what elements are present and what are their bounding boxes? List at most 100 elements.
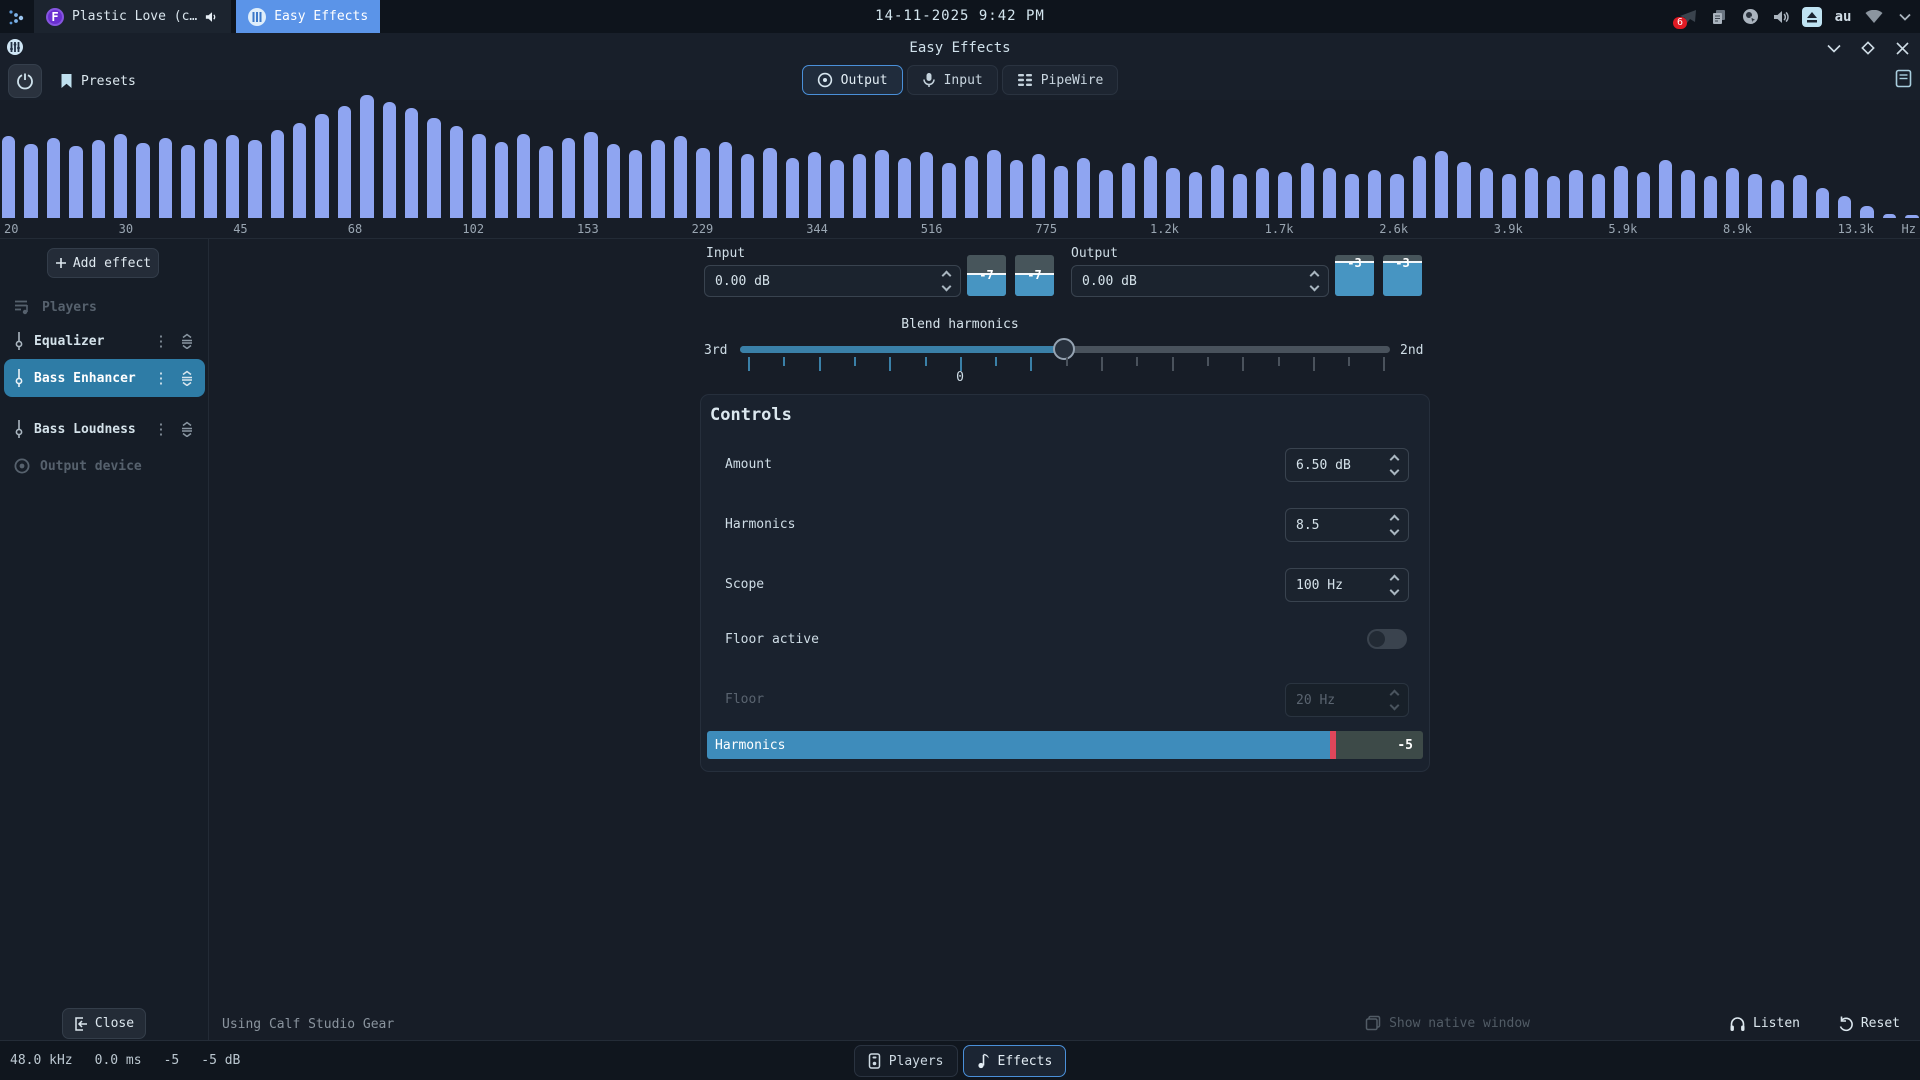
wifi-tray-icon[interactable]	[1863, 6, 1885, 28]
audio-playing-icon	[205, 10, 219, 24]
spinbox-stepper-icons[interactable]	[943, 269, 950, 293]
spectrum-bar	[92, 140, 105, 218]
taskbar-window-title: Easy Effects	[274, 9, 368, 24]
window-controls	[1824, 38, 1912, 58]
close-icon[interactable]	[1892, 38, 1912, 58]
spectrum-analyzer	[0, 100, 1920, 218]
spectrum-bar	[719, 142, 732, 218]
drag-handle-icon[interactable]	[179, 421, 195, 437]
drag-handle-icon[interactable]	[179, 333, 195, 349]
spinbox-stepper-icons[interactable]	[1311, 269, 1318, 293]
floor-active-toggle[interactable]	[1367, 629, 1407, 649]
add-effect-button[interactable]: Add effect	[47, 248, 159, 278]
plugin-credit: Using Calf Studio Gear	[222, 1017, 394, 1032]
spectrum-bar	[1659, 160, 1672, 218]
spectrum-bar	[1816, 188, 1829, 218]
tab-players[interactable]: Players	[854, 1045, 958, 1077]
minimize-icon[interactable]	[1824, 38, 1844, 58]
floor-spinbox[interactable]: 20 Hz	[1285, 683, 1409, 717]
toolbar: Presets Output Input PipeWire	[0, 62, 1920, 100]
close-window-button[interactable]: Close	[62, 1008, 146, 1039]
slider-tick	[1101, 357, 1103, 371]
screen-record-tray-icon[interactable]	[1739, 6, 1761, 28]
spectrum-bar	[1211, 165, 1224, 218]
excluded-apps-icon[interactable]	[1895, 69, 1912, 88]
notification-badge: 6	[1673, 17, 1687, 29]
frequency-tick-label: 102	[462, 222, 484, 236]
effect-menu-icon[interactable]: ⋮	[153, 332, 169, 350]
spectrum-bar	[1525, 168, 1538, 218]
spectrum-bar	[2, 136, 15, 218]
slider-min-label: 3rd	[704, 343, 727, 358]
sidebar-item-output-device[interactable]: Output device	[4, 447, 205, 485]
spectrum-bar	[293, 123, 306, 218]
messenger-tray-icon[interactable]: 6	[1677, 6, 1699, 28]
blend-harmonics-slider[interactable]	[740, 346, 1390, 353]
clipboard-tray-icon[interactable]	[1708, 6, 1730, 28]
spinbox-stepper-icons	[1391, 688, 1398, 712]
add-effect-label: Add effect	[73, 256, 151, 271]
native-window-icon	[1365, 1015, 1381, 1031]
plus-icon	[55, 257, 67, 269]
maximize-icon[interactable]	[1858, 38, 1878, 58]
eject-tray-icon[interactable]	[1801, 6, 1823, 28]
sidebar-item-label: Output device	[40, 459, 195, 474]
tab-label: Players	[889, 1054, 944, 1069]
spinbox-stepper-icons[interactable]	[1391, 513, 1398, 537]
effect-pin-icon	[14, 420, 24, 438]
listen-label: Listen	[1753, 1016, 1800, 1031]
easy-effects-icon	[248, 8, 266, 26]
tab-output[interactable]: Output	[802, 65, 903, 95]
tab-label: Input	[944, 73, 983, 88]
effect-menu-icon[interactable]: ⋮	[153, 420, 169, 438]
output-gain-spinbox[interactable]: 0.00 dB	[1071, 265, 1329, 297]
slider-tick	[1136, 357, 1138, 366]
spectrum-bar	[741, 154, 754, 218]
spectrum-bar	[1748, 174, 1761, 218]
taskbar-window-easy-effects[interactable]: Easy Effects	[236, 0, 380, 33]
playlist-icon	[14, 299, 32, 315]
show-native-window-button[interactable]: Show native window	[1365, 1015, 1530, 1031]
frequency-tick-label: 68	[348, 222, 362, 236]
tab-label: Effects	[998, 1054, 1053, 1069]
spectrum-bar	[1054, 166, 1067, 218]
sidebar-item-bass-loudness[interactable]: Bass Loudness ⋮	[4, 410, 205, 448]
spinbox-stepper-icons[interactable]	[1391, 453, 1398, 477]
effects-sidebar: Add effect Players Equalizer ⋮ Bass Enha…	[0, 239, 209, 1040]
reset-button[interactable]: Reset	[1837, 1015, 1900, 1032]
spectrum-bar	[1883, 214, 1896, 218]
amount-spinbox[interactable]: 6.50 dB	[1285, 448, 1409, 482]
spectrum-bar	[696, 148, 709, 218]
taskbar-window-plastic-love[interactable]: F Plastic Love (c…	[34, 0, 231, 33]
input-gain-spinbox[interactable]: 0.00 dB	[704, 265, 961, 297]
taskbar-window-title: Plastic Love (c…	[72, 9, 197, 24]
launcher-icon[interactable]	[0, 0, 34, 33]
spectrum-bar	[136, 143, 149, 218]
spectrum-bar	[987, 150, 1000, 218]
spectrum-bar	[1502, 174, 1515, 218]
spectrum-bar	[1905, 215, 1918, 218]
spectrum-bar	[539, 146, 552, 218]
tray-expander-chevron-icon[interactable]	[1894, 6, 1916, 28]
spectrum-bar	[1077, 158, 1090, 218]
output-gain-value: 0.00 dB	[1082, 274, 1311, 289]
tab-pipewire[interactable]: PipeWire	[1002, 65, 1119, 95]
slider-tick	[925, 357, 927, 366]
tab-effects[interactable]: Effects	[963, 1045, 1067, 1077]
slider-tick	[1066, 357, 1068, 366]
listen-button[interactable]: Listen	[1729, 1015, 1800, 1032]
harmonics-spinbox[interactable]: 8.5	[1285, 508, 1409, 542]
spectrum-bar	[965, 156, 978, 218]
spectrum-bar	[495, 142, 508, 218]
volume-tray-icon[interactable]	[1770, 6, 1792, 28]
scope-spinbox[interactable]: 100 Hz	[1285, 568, 1409, 602]
frequency-tick-label: 516	[921, 222, 943, 236]
frequency-tick-label: 1.7k	[1265, 222, 1294, 236]
input-level-value: -7	[1015, 268, 1054, 282]
keyboard-layout-indicator[interactable]: au	[1832, 6, 1854, 28]
spectrum-bar	[674, 136, 687, 218]
spinbox-stepper-icons[interactable]	[1391, 573, 1398, 597]
spectrum-bar	[853, 154, 866, 218]
spectrum-bar	[338, 106, 351, 218]
tab-input[interactable]: Input	[907, 65, 998, 95]
